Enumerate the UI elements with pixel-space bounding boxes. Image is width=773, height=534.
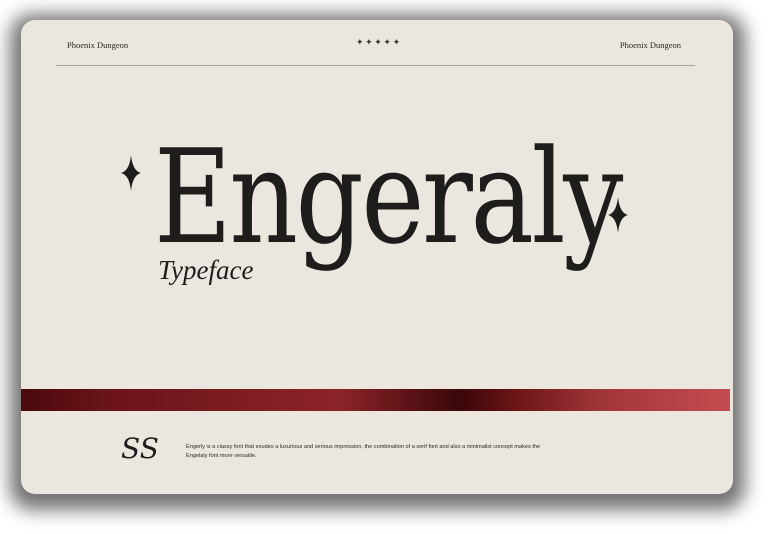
red-silk-band bbox=[21, 389, 730, 411]
brand-name-left: Phoenix Dungeon bbox=[67, 40, 129, 50]
sparkle-icon-right bbox=[608, 197, 628, 233]
typeface-subtitle: Typeface bbox=[158, 255, 254, 285]
brand-name-right: Phoenix Dungeon bbox=[619, 40, 681, 50]
star-row-icon: ✦✦✦✦✦ bbox=[356, 37, 402, 47]
header-divider bbox=[56, 65, 695, 66]
typeface-card: Phoenix Dungeon ✦✦✦✦✦ Phoenix Dungeon En… bbox=[21, 20, 733, 494]
monogram: SS bbox=[121, 432, 159, 465]
sparkle-icon-left bbox=[121, 155, 141, 191]
typeface-title: Engeraly bbox=[154, 121, 623, 273]
description-text: Engerly is a classy font that exudes a l… bbox=[186, 444, 541, 459]
